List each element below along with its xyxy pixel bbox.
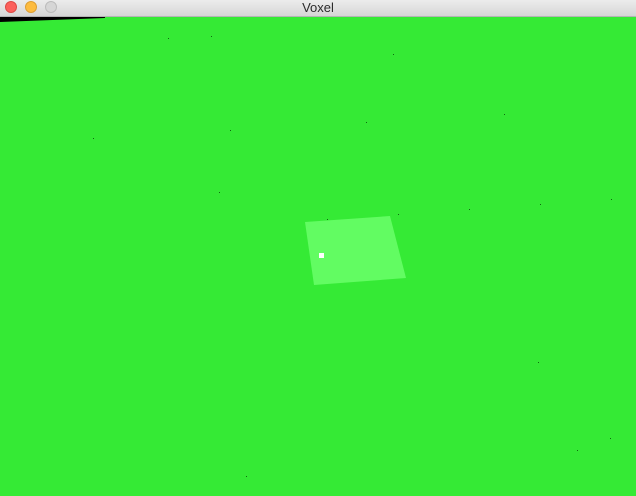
ground-speck	[211, 36, 212, 37]
highlighted-block-face	[305, 216, 406, 285]
ground-speck	[540, 204, 541, 205]
ground-speck	[469, 209, 470, 210]
ground-speck	[610, 438, 611, 439]
crosshair	[319, 253, 324, 258]
ground-speck	[93, 138, 94, 139]
ground-speck	[504, 114, 505, 115]
ground-speck	[611, 199, 612, 200]
ground-speck	[230, 130, 231, 131]
game-viewport[interactable]	[0, 17, 636, 496]
window-title: Voxel	[302, 0, 334, 15]
ground-speck	[393, 54, 394, 55]
ground-speck	[538, 362, 539, 363]
horizon-edge	[0, 17, 105, 22]
ground-speck	[366, 122, 367, 123]
title-bar[interactable]: Voxel	[0, 0, 636, 17]
ground-speck	[327, 219, 328, 220]
voxel-scene	[0, 17, 612, 477]
ground-speck	[246, 476, 247, 477]
app-window: Voxel	[0, 0, 636, 496]
ground-speck	[168, 38, 169, 39]
ground-speck	[398, 214, 399, 215]
ground-speck	[577, 450, 578, 451]
ground-speck	[219, 192, 220, 193]
